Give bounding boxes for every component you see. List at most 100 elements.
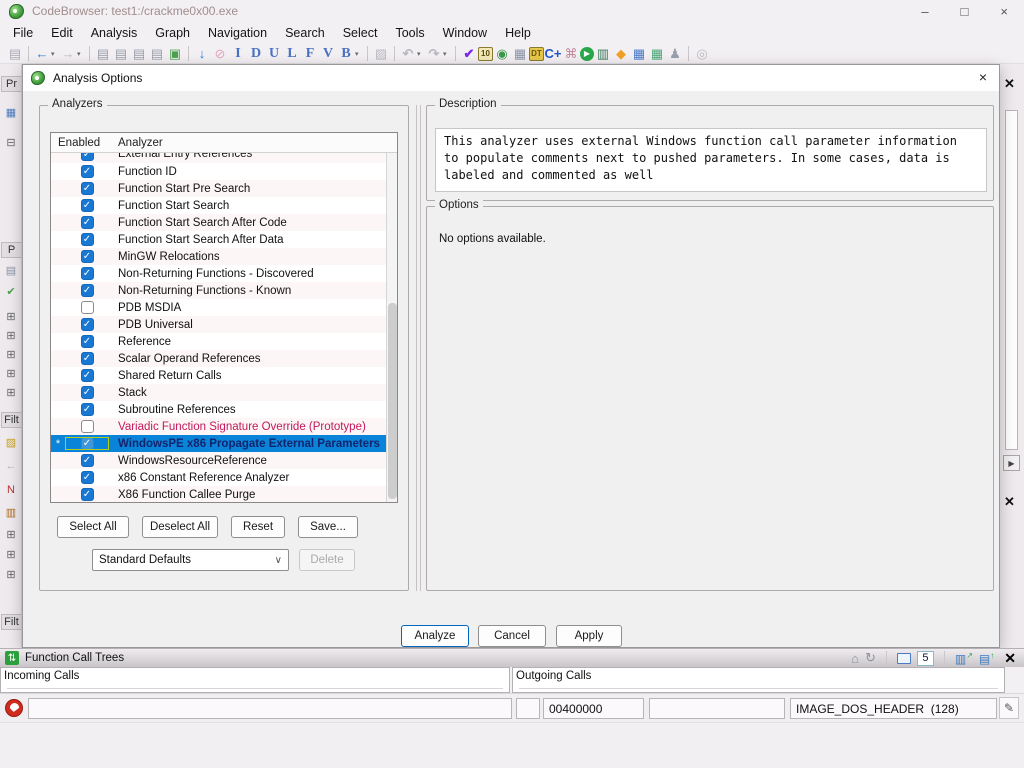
expand-icon[interactable]: ⊞ — [1, 548, 21, 561]
folder-dt-icon[interactable]: ▨ — [1, 436, 21, 449]
menu-analysis[interactable]: Analysis — [82, 24, 147, 42]
dropdown-caret-icon[interactable]: ▾ — [355, 50, 363, 58]
rename-icon[interactable]: ▣ — [166, 45, 184, 62]
no-edit-icon[interactable]: ⊘ — [211, 45, 229, 62]
menu-navigation[interactable]: Navigation — [199, 24, 276, 42]
pane-splitter[interactable] — [416, 105, 421, 591]
tab-p[interactable]: P — [1, 242, 21, 258]
table-view-icon[interactable]: ▦ — [630, 45, 648, 62]
forward-icon[interactable]: → — [59, 45, 77, 62]
list-scrollbar-thumb[interactable] — [388, 303, 397, 499]
analyzer-row[interactable]: ✓MinGW Relocations — [51, 248, 386, 265]
snapshot-count[interactable]: 5 — [917, 651, 934, 666]
label-l-icon[interactable]: L — [283, 45, 301, 62]
enabled-checkbox[interactable]: ✓ — [65, 437, 109, 450]
checkbox-checked-icon[interactable]: ✓ — [81, 267, 94, 280]
checkbox-checked-icon[interactable]: ✓ — [81, 471, 94, 484]
enabled-checkbox[interactable]: ✓ — [65, 488, 109, 501]
analyzer-row[interactable]: ✓Function ID — [51, 163, 386, 180]
expand-icon[interactable]: ⊞ — [1, 568, 21, 581]
checkbox-checked-icon[interactable]: ✓ — [81, 386, 94, 399]
analyze-button[interactable]: Analyze — [401, 625, 469, 647]
checkbox-checked-icon[interactable]: ✓ — [81, 199, 94, 212]
enabled-checkbox[interactable] — [65, 301, 109, 314]
enabled-checkbox[interactable]: ✓ — [65, 471, 109, 484]
analyzer-row[interactable]: ✓Scalar Operand References — [51, 350, 386, 367]
expand-icon[interactable]: ⊞ — [1, 348, 21, 361]
back-arrow-icon[interactable]: ← — [1, 460, 21, 472]
analyzer-row[interactable]: ✓Stack — [51, 384, 386, 401]
binary-view-icon[interactable]: 10 — [478, 47, 493, 61]
expand-icon[interactable]: ⊞ — [1, 329, 21, 342]
analyzer-row[interactable]: ✓Function Start Search After Code — [51, 214, 386, 231]
column-analyzer[interactable]: Analyzer — [109, 137, 163, 149]
data-d-icon[interactable]: D — [247, 45, 265, 62]
reset-button[interactable]: Reset — [231, 516, 285, 538]
apply-button[interactable]: Apply — [556, 625, 622, 647]
c-parser-icon[interactable]: C+ — [544, 45, 562, 62]
analyzer-row[interactable]: ✓PDB Universal — [51, 316, 386, 333]
minimize-button[interactable]: – — [921, 4, 928, 19]
checkbox-checked-icon[interactable]: ✓ — [81, 233, 94, 246]
panel-close-icon-2[interactable]: ✕ — [1004, 494, 1015, 510]
checkbox-checked-icon[interactable]: ✓ — [81, 437, 94, 450]
program-tree-icon[interactable]: ▦ — [1, 106, 21, 119]
enabled-checkbox[interactable]: ✓ — [65, 454, 109, 467]
maximize-button[interactable]: □ — [961, 4, 969, 19]
analyzer-row[interactable]: ✓Function Start Pre Search — [51, 180, 386, 197]
enabled-checkbox[interactable]: ✓ — [65, 250, 109, 263]
close-button[interactable]: × — [1000, 4, 1008, 19]
dialog-title-bar[interactable]: Analysis Options × — [23, 65, 999, 91]
checkbox-checked-icon[interactable]: ✓ — [81, 403, 94, 416]
dropdown-caret-icon[interactable]: ▾ — [77, 50, 85, 58]
dropdown-caret-icon[interactable]: ▾ — [51, 50, 59, 58]
enabled-checkbox[interactable]: ✓ — [65, 165, 109, 178]
pull-down-icon[interactable]: ↓ — [193, 45, 211, 62]
expand-icon[interactable]: ⊞ — [1, 386, 21, 399]
enabled-checkbox[interactable]: ✓ — [65, 267, 109, 280]
enabled-checkbox[interactable] — [65, 420, 109, 433]
enabled-checkbox[interactable]: ✓ — [65, 369, 109, 382]
paste-special-icon[interactable]: ▤ — [148, 45, 166, 62]
disabled-search-icon[interactable]: ◎ — [693, 45, 711, 62]
enabled-checkbox[interactable]: ✓ — [65, 403, 109, 416]
function-f-icon[interactable]: F — [301, 45, 319, 62]
enabled-checkbox[interactable]: ✓ — [65, 199, 109, 212]
checkbox-checked-icon[interactable]: ✓ — [81, 165, 94, 178]
menu-file[interactable]: File — [4, 24, 42, 42]
no-symbol-icon[interactable]: N — [1, 484, 21, 496]
home-icon[interactable]: ⌂ — [851, 651, 859, 666]
run-script-icon[interactable]: ▶ — [580, 47, 594, 61]
filter-tab[interactable]: Filt — [1, 412, 21, 428]
snapshot-window-icon[interactable] — [897, 653, 911, 664]
analyzer-row[interactable]: ✓x86 Constant Reference Analyzer — [51, 469, 386, 486]
undefined-u-icon[interactable]: U — [265, 45, 283, 62]
paste-icon[interactable]: ▤ — [130, 45, 148, 62]
checkbox-checked-icon[interactable]: ✓ — [81, 318, 94, 331]
diamond-icon[interactable]: ◆ — [612, 45, 630, 62]
checkbox-checked-icon[interactable]: ✓ — [81, 250, 94, 263]
analyzer-row[interactable]: ✓External Entry References — [51, 153, 386, 163]
checkbox-unchecked-icon[interactable] — [81, 420, 94, 433]
panel-close-icon[interactable]: ✕ — [1004, 76, 1015, 92]
enabled-checkbox[interactable]: ✓ — [65, 318, 109, 331]
analyzer-row[interactable]: ✓Non-Returning Functions - Known — [51, 282, 386, 299]
validate-icon[interactable]: ✔ — [460, 45, 478, 62]
enabled-checkbox[interactable]: ✓ — [65, 233, 109, 246]
instruction-i-icon[interactable]: I — [229, 45, 247, 62]
checkbox-checked-icon[interactable]: ✓ — [81, 335, 94, 348]
analyzer-row[interactable]: *✓WindowsPE x86 Propagate External Param… — [51, 435, 386, 452]
checkbox-checked-icon[interactable]: ✓ — [81, 216, 94, 229]
checkbox-unchecked-icon[interactable] — [81, 301, 94, 314]
enabled-checkbox[interactable]: ✓ — [65, 182, 109, 195]
clear-code-bytes-icon[interactable]: ▤ — [94, 45, 112, 62]
select-all-button[interactable]: Select All — [57, 516, 129, 538]
function-call-trees-bar[interactable]: ⇅ Function Call Trees ⌂ ↻ 5 ▥↗ ▤↑ ✕ — [0, 648, 1024, 667]
table-add-icon[interactable]: ▦ — [648, 45, 666, 62]
tab-program-trees[interactable]: Pr — [1, 76, 21, 92]
enabled-checkbox[interactable]: ✓ — [65, 153, 109, 161]
outgoing-calls-panel[interactable]: Outgoing Calls — [512, 667, 1005, 693]
books-icon[interactable]: ▥ — [1, 506, 21, 519]
cancel-button[interactable]: Cancel — [478, 625, 546, 647]
menu-search[interactable]: Search — [276, 24, 334, 42]
